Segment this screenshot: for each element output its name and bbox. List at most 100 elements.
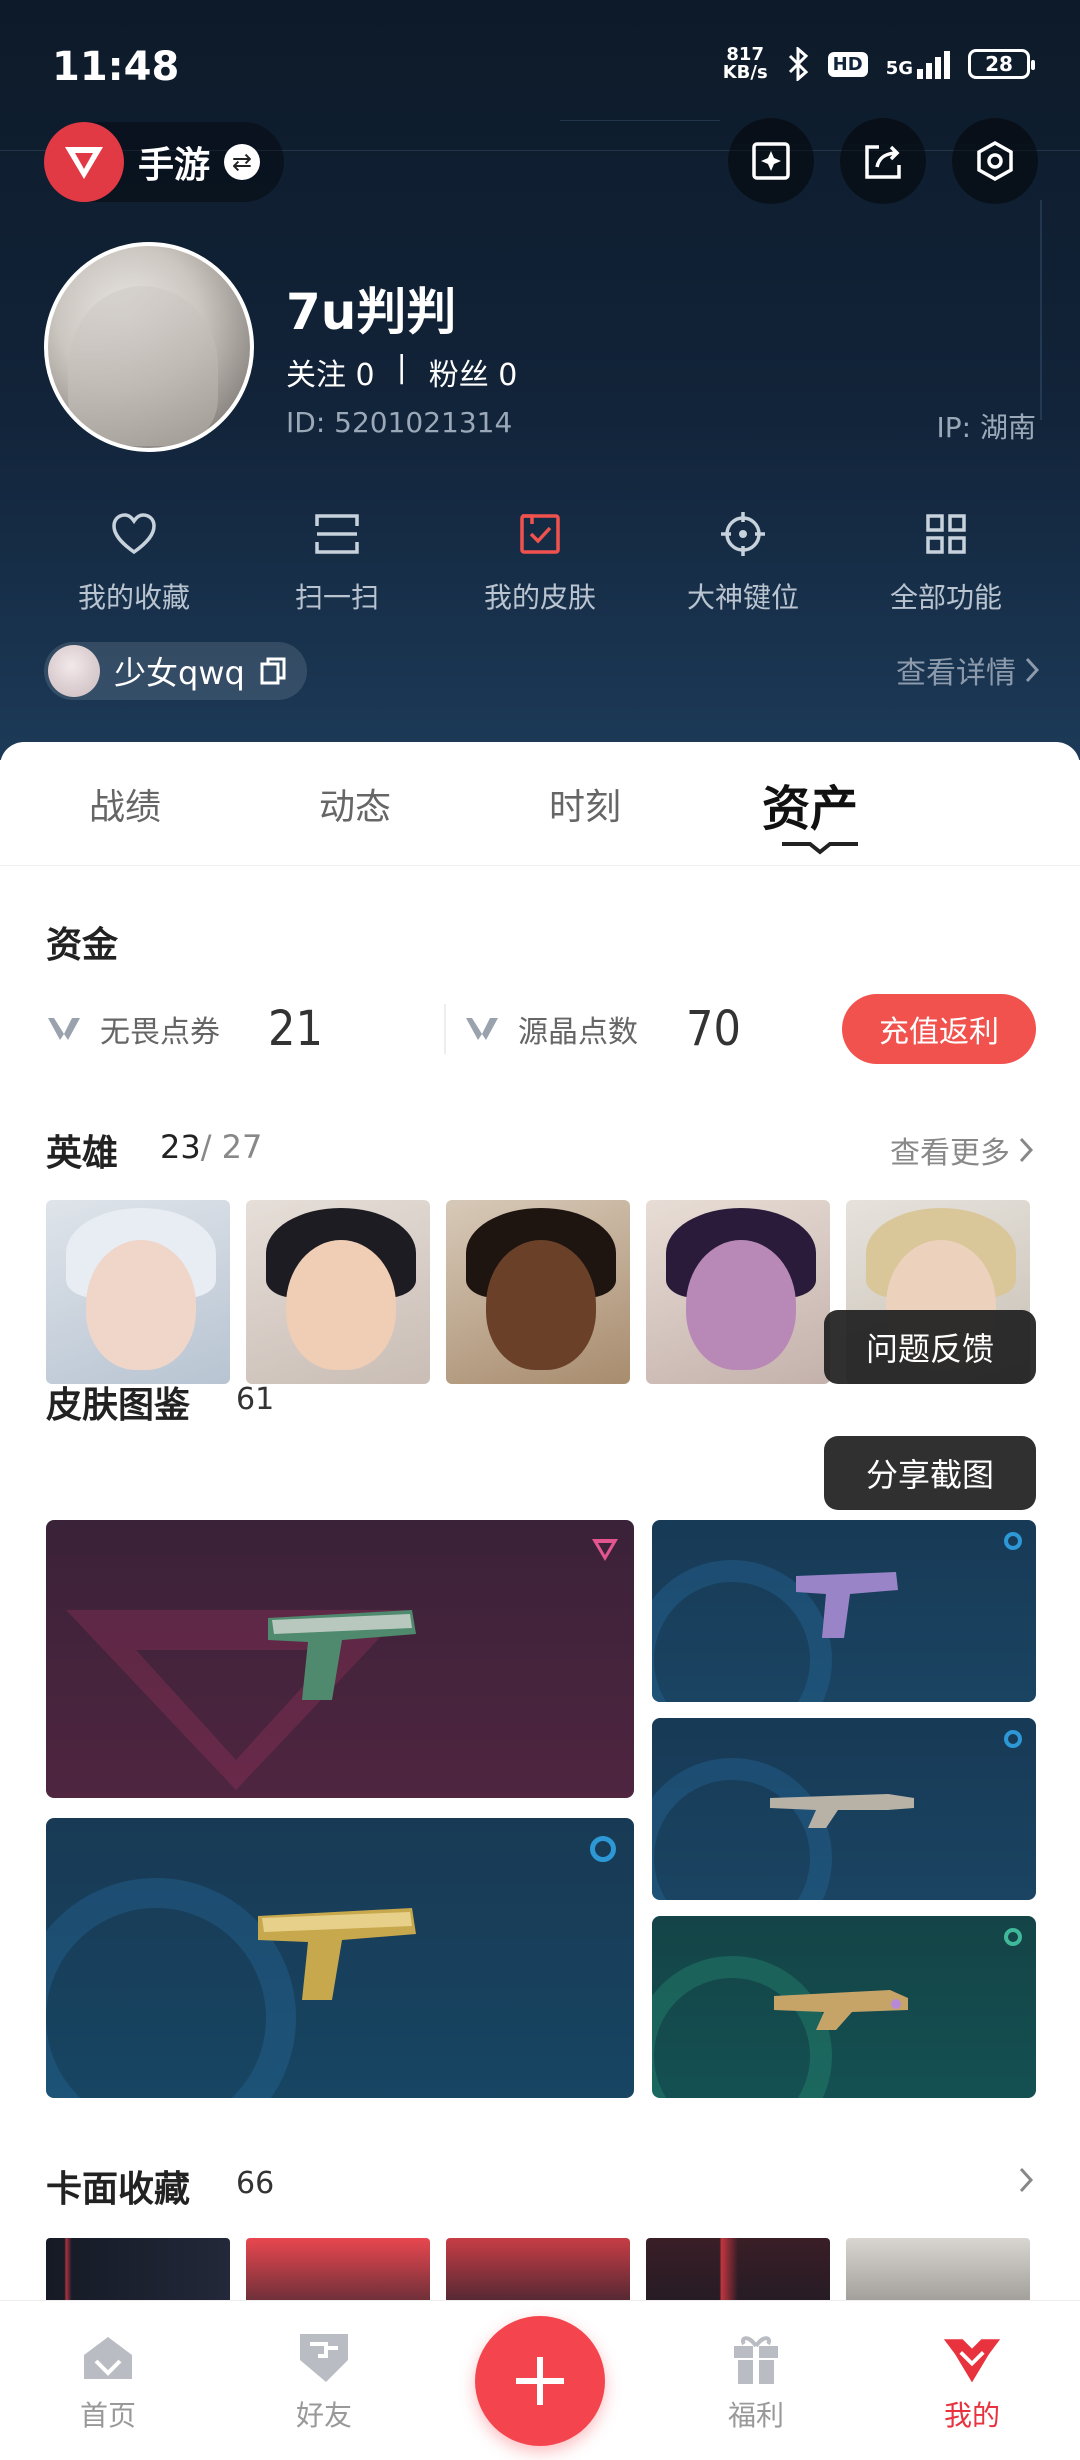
- hero-portrait[interactable]: [446, 1200, 630, 1384]
- crosshair-icon: [715, 506, 771, 562]
- chevron-right-icon: [1019, 1137, 1034, 1163]
- edit-card-button[interactable]: [728, 118, 814, 204]
- active-tab-indicator: [782, 842, 858, 855]
- chevron-right-icon[interactable]: [1018, 2166, 1034, 2194]
- nav-label: 我的: [943, 2399, 1000, 2432]
- friends-icon: [294, 2328, 354, 2388]
- me-agent-icon: [942, 2328, 1002, 2388]
- player-card-thumb[interactable]: [846, 2238, 1030, 2302]
- heroes-total: / 27: [200, 1128, 263, 1166]
- heroes-owned: 23: [160, 1128, 201, 1166]
- recharge-button[interactable]: 充值返利: [842, 994, 1036, 1064]
- asset-panel: 战绩 动态 时刻 资产 资金 无畏点券 21 源晶点数 70 充值返利 英雄 2…: [0, 742, 1080, 2302]
- quick-menu-favorites[interactable]: 我的收藏: [34, 506, 234, 616]
- share-button[interactable]: [840, 118, 926, 204]
- radianite-currency-icon: [466, 1018, 498, 1040]
- quick-menu-label: 大神键位: [686, 581, 799, 614]
- hero-portrait[interactable]: [46, 1200, 230, 1384]
- edit-sparkle-icon: [752, 142, 790, 180]
- player-card-thumb[interactable]: [246, 2238, 430, 2302]
- tab-moments[interactable]: 时刻: [460, 778, 710, 830]
- tier-deluxe-icon: [1004, 1532, 1022, 1550]
- skin-tile[interactable]: [46, 1818, 634, 2098]
- share-screenshot-button[interactable]: 分享截图: [823, 1436, 1036, 1510]
- heart-icon: [106, 506, 162, 562]
- tab-assets[interactable]: 资产: [710, 769, 910, 839]
- quick-menu-label: 全部功能: [889, 581, 1002, 614]
- tier-select-icon: [1004, 1928, 1022, 1946]
- vp-currency-icon: [48, 1018, 80, 1040]
- view-details-link[interactable]: 查看详情: [896, 648, 1040, 692]
- following-count[interactable]: 关注 0: [286, 350, 375, 394]
- nav-me[interactable]: 我的: [864, 2301, 1080, 2460]
- battery-icon: 28: [968, 49, 1035, 79]
- app-logo-icon: [44, 122, 124, 202]
- quick-menu-all-features[interactable]: 全部功能: [846, 506, 1046, 616]
- quick-menu-my-skins[interactable]: 我的皮肤: [440, 506, 640, 616]
- fund-value: 70: [686, 1001, 741, 1057]
- settings-hex-icon: [977, 140, 1013, 182]
- funds-row: 无畏点券 21 源晶点数 70 充值返利: [46, 994, 1036, 1064]
- copy-icon[interactable]: [259, 656, 287, 686]
- sheriff-skin-image: [774, 1990, 908, 2030]
- hero-portrait[interactable]: [246, 1200, 430, 1384]
- skin-tile[interactable]: [652, 1718, 1036, 1900]
- tab-record[interactable]: 战绩: [0, 778, 250, 830]
- status-bar: 11:48 817 KB/s HD 5G 28: [0, 0, 1080, 130]
- nav-rewards[interactable]: 福利: [648, 2301, 864, 2460]
- plus-icon: [516, 2357, 564, 2405]
- grid-icon: [918, 506, 974, 562]
- profile-tabs: 战绩 动态 时刻 资产: [0, 742, 1080, 866]
- app-switcher[interactable]: 手游 ⇄: [44, 122, 285, 202]
- shotgun-skin-image: [770, 1794, 914, 1828]
- user-avatar[interactable]: [44, 242, 254, 452]
- nav-create[interactable]: [432, 2301, 648, 2460]
- home-icon: [78, 2328, 138, 2388]
- player-card-thumb[interactable]: [46, 2238, 230, 2302]
- heroes-see-more[interactable]: 查看更多: [890, 1128, 1034, 1172]
- nav-friends[interactable]: 好友: [216, 2301, 432, 2460]
- player-card-thumb[interactable]: [446, 2238, 630, 2302]
- hd-badge: HD: [827, 51, 868, 77]
- quick-menu-label: 我的收藏: [77, 581, 190, 614]
- skin-tile[interactable]: [46, 1520, 634, 1798]
- share-icon: [865, 145, 901, 179]
- fund-label: 源晶点数: [518, 1015, 638, 1050]
- feedback-button[interactable]: 问题反馈: [823, 1310, 1036, 1384]
- heroes-title: 英雄: [46, 1133, 119, 1174]
- create-post-button[interactable]: [475, 2316, 605, 2446]
- bluetooth-icon: [788, 47, 808, 81]
- game-role-pill[interactable]: 少女qwq: [44, 642, 307, 700]
- nav-home[interactable]: 首页: [0, 2301, 216, 2460]
- profile-header: 11:48 817 KB/s HD 5G 28 手游 ⇄ 7u判判 关注 0 |…: [0, 0, 1080, 760]
- skin-tile[interactable]: [652, 1916, 1036, 2098]
- tier-deluxe-icon: [1004, 1730, 1022, 1748]
- fund-radianite: 源晶点数 70: [464, 1001, 741, 1057]
- settings-button[interactable]: [952, 118, 1038, 204]
- net-speed-unit: KB/s: [722, 62, 768, 83]
- app-name: 手游: [138, 145, 211, 186]
- stats-separator: |: [396, 350, 407, 385]
- network-type: 5G: [885, 58, 913, 79]
- hero-portrait[interactable]: [646, 1200, 830, 1384]
- ip-location: IP: 湖南: [936, 411, 1036, 444]
- tab-feed[interactable]: 动态: [250, 778, 460, 830]
- swap-icon: ⇄: [224, 144, 261, 180]
- skin-gallery: [46, 1520, 1036, 2100]
- pistol-skin-image: [258, 1908, 416, 2000]
- quick-menu: 我的收藏 扫一扫 我的皮肤 大神键位 全部功能: [34, 506, 1046, 616]
- cards-count: 66: [236, 2166, 275, 2201]
- scan-icon: [309, 506, 365, 562]
- role-name: 少女qwq: [114, 654, 245, 692]
- quick-menu-scan[interactable]: 扫一扫: [237, 506, 437, 616]
- heroes-count: 23/ 27: [160, 1128, 262, 1166]
- fund-label: 无畏点券: [100, 1015, 220, 1050]
- quick-menu-pro-keys[interactable]: 大神键位: [643, 506, 843, 616]
- skin-tile[interactable]: [652, 1520, 1036, 1702]
- nav-label: 首页: [79, 2399, 136, 2432]
- bottom-navigation: 首页 好友 福利 我的: [0, 2300, 1080, 2460]
- player-card-thumb[interactable]: [646, 2238, 830, 2302]
- quick-menu-label: 我的皮肤: [483, 581, 596, 614]
- nav-label: 好友: [295, 2399, 352, 2432]
- fans-count[interactable]: 粉丝 0: [429, 350, 518, 394]
